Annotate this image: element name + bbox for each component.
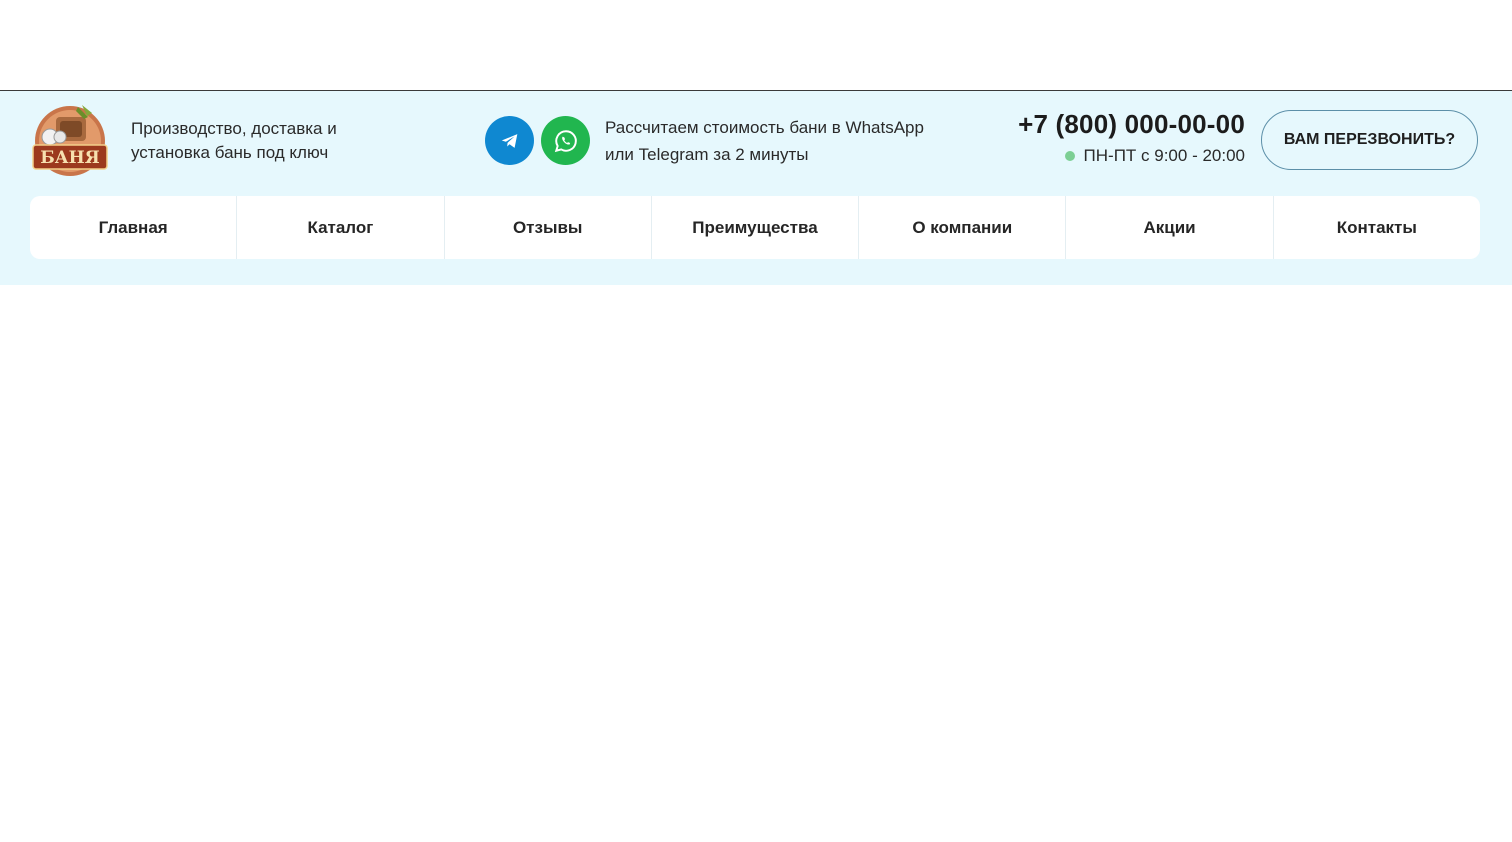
logo[interactable]: БАНЯ: [30, 103, 110, 179]
nav-item-promotions[interactable]: Акции: [1066, 196, 1274, 259]
nav-item-reviews[interactable]: Отзывы: [445, 196, 652, 259]
working-hours: ПН-ПТ с 9:00 - 20:00: [1064, 146, 1245, 166]
telegram-icon: [501, 133, 517, 148]
nav-item-advantages[interactable]: Преимущества: [652, 196, 860, 259]
nav-item-catalog[interactable]: Каталог: [237, 196, 445, 259]
working-hours-text: ПН-ПТ с 9:00 - 20:00: [1083, 146, 1245, 165]
bathhouse-logo-icon: БАНЯ: [32, 105, 108, 176]
online-status-dot-icon: [1064, 151, 1075, 161]
company-tagline: Производство, доставка и установка бань …: [131, 119, 337, 162]
nav-item-contacts[interactable]: Контакты: [1274, 196, 1480, 259]
whatsapp-button[interactable]: [541, 116, 590, 165]
main-navigation: Главная Каталог Отзывы Преимущества О ко…: [30, 196, 1480, 259]
phone-number[interactable]: +7 (800) 000-00-00: [1018, 109, 1245, 140]
top-blank-bar: [0, 0, 1512, 91]
site-header: БАНЯ Производство, доставка и установка …: [0, 91, 1512, 285]
svg-text:БАНЯ: БАНЯ: [40, 148, 99, 168]
nav-item-home[interactable]: Главная: [30, 196, 238, 259]
messenger-calc-text: Рассчитаем стоимость бани в WhatsApp или…: [605, 118, 924, 164]
telegram-button[interactable]: [485, 116, 534, 165]
whatsapp-icon: [554, 129, 577, 152]
callback-button[interactable]: ВАМ ПЕРЕЗВОНИТЬ?: [1261, 110, 1478, 170]
nav-item-about[interactable]: О компании: [859, 196, 1067, 259]
